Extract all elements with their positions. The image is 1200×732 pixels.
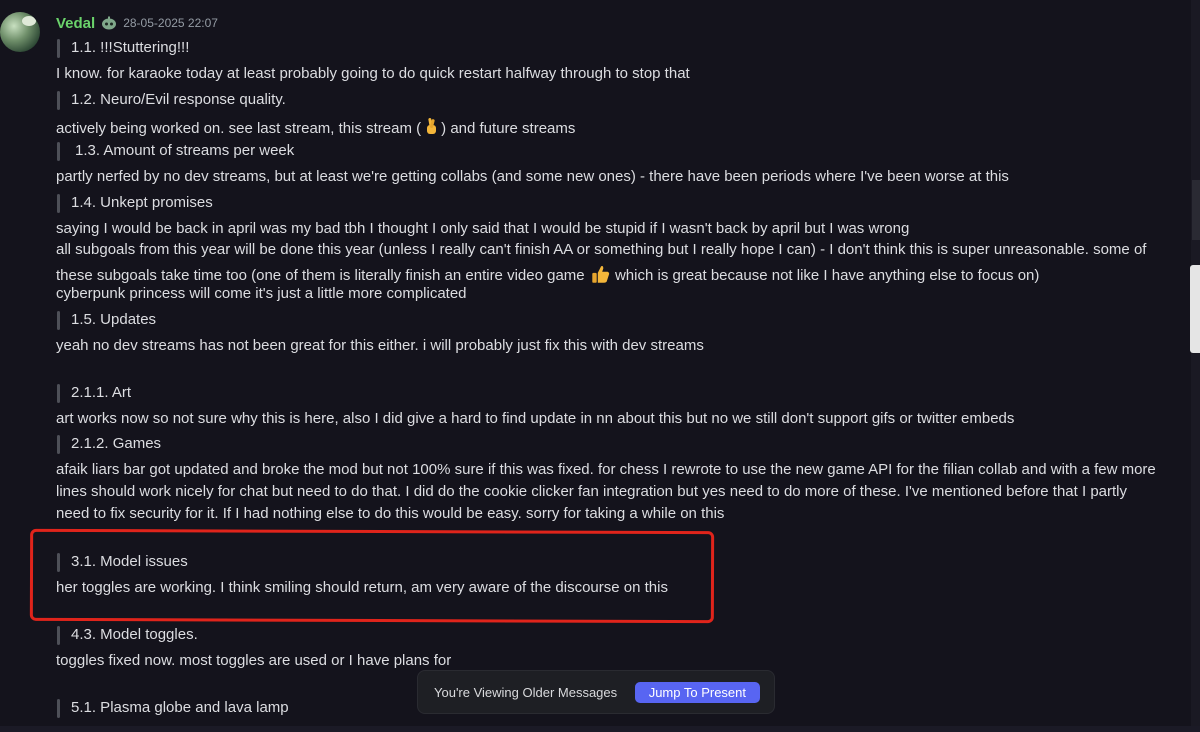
answer-4-3: toggles fixed now. most toggles are used… [56, 652, 452, 669]
quote-1-4: 1.4. Unkept promises [57, 193, 213, 213]
red-highlight-annotation [29, 528, 715, 624]
answer-1-3: partly nerfed by no dev streams, but at … [56, 168, 1009, 185]
answer-3-1: her toggles are working. I think smiling… [56, 579, 668, 596]
avatar[interactable] [0, 12, 40, 52]
bot-icon [102, 16, 117, 30]
quote-1-1: 1.1. !!!Stuttering!!! [57, 38, 189, 58]
thumbs-up-emoji [592, 266, 609, 283]
answer-2-1-2-line-3: need to fix security for it. If I had no… [56, 505, 725, 522]
quote-3-1: 3.1. Model issues [57, 552, 188, 572]
answer-1-4-line-3-text-a: these subgoals take time too (one of the… [56, 267, 585, 284]
answer-1-2-text-a: actively being worked on. see last strea… [56, 120, 422, 137]
crossed-fingers-emoji [427, 117, 437, 134]
answer-2-1-2-line-1: afaik liars bar got updated and broke th… [56, 461, 1156, 478]
quote-2-1-2: 2.1.2. Games [57, 434, 161, 454]
answer-1-1: I know. for karaoke today at least proba… [56, 65, 690, 82]
answer-1-4-line-4: cyberpunk princess will come it's just a… [56, 285, 467, 302]
answer-1-4-line-3-text-b: which is great because not like I have a… [614, 267, 1040, 284]
answer-2-1-1: art works now so not sure why this is he… [56, 410, 1015, 427]
answer-1-4-line-3: these subgoals take time too (one of the… [56, 263, 1039, 286]
bottom-edge [0, 726, 1200, 732]
scrollbar-thumb[interactable] [1190, 265, 1200, 353]
older-messages-bar: You're Viewing Older Messages Jump To Pr… [417, 670, 775, 714]
answer-1-4-line-1: saying I would be back in april was my b… [56, 220, 910, 237]
older-messages-label: You're Viewing Older Messages [434, 684, 618, 700]
answer-1-5: yeah no dev streams has not been great f… [56, 337, 704, 354]
scrollbar-track[interactable] [1191, 0, 1200, 732]
answer-1-4-line-2: all subgoals from this year will be done… [56, 241, 1147, 258]
message-header: Vedal 28-05-2025 22:07 [56, 12, 218, 34]
jump-to-present-button[interactable]: Jump To Present [634, 681, 760, 703]
username[interactable]: Vedal [56, 15, 95, 32]
timestamp: 28-05-2025 22:07 [123, 16, 218, 30]
answer-2-1-2-line-2: lines should work nicely for chat but ne… [56, 483, 1127, 500]
quote-5-1: 5.1. Plasma globe and lava lamp [57, 698, 289, 718]
quote-1-3: 1.3. Amount of streams per week [57, 141, 294, 161]
quote-1-5: 1.5. Updates [57, 310, 156, 330]
quote-4-3: 4.3. Model toggles. [57, 625, 198, 645]
answer-1-2: actively being worked on. see last strea… [56, 116, 575, 139]
scrollbar-segment[interactable] [1192, 180, 1200, 240]
quote-1-2: 1.2. Neuro/Evil response quality. [57, 90, 286, 110]
answer-1-2-text-b: ) and future streams [441, 120, 576, 137]
quote-2-1-1: 2.1.1. Art [57, 383, 131, 403]
